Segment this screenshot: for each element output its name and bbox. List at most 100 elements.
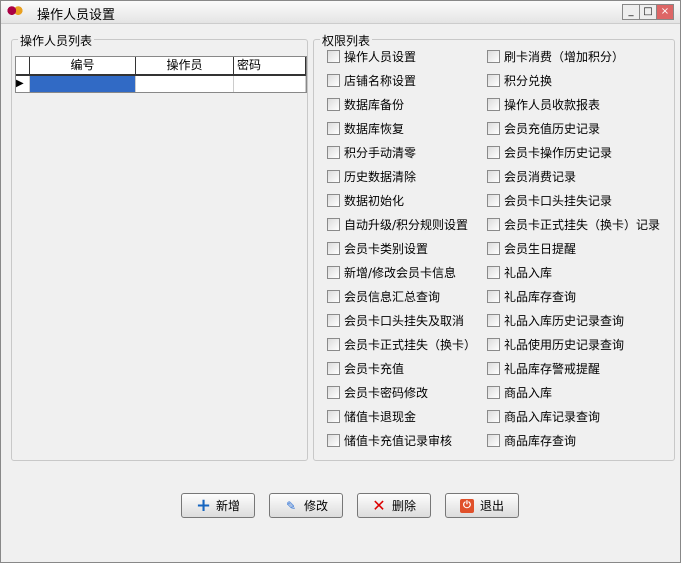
permission-label: 礼品入库 <box>504 265 553 280</box>
pen-icon: ✎ <box>285 498 297 513</box>
close-button[interactable]: × <box>656 4 674 20</box>
permissions-legend: 权限列表 <box>320 32 373 49</box>
checkbox-box[interactable] <box>327 193 340 207</box>
checkbox-box[interactable] <box>327 241 340 255</box>
permission-label: 会员生日提醒 <box>504 241 577 256</box>
checkbox-box[interactable] <box>327 337 340 351</box>
permission-checkbox[interactable]: 礼品入库 <box>487 264 552 280</box>
checkbox-box[interactable] <box>327 73 340 87</box>
permission-label: 自动升级/积分规则设置 <box>344 217 469 232</box>
permission-checkbox[interactable]: 商品库存查询 <box>487 432 576 448</box>
permission-checkbox[interactable]: 会员卡操作历史记录 <box>487 144 612 160</box>
permission-checkbox[interactable]: 礼品库存警戒提醒 <box>487 360 600 376</box>
checkbox-box[interactable] <box>327 361 340 375</box>
permission-checkbox[interactable]: 店铺名称设置 <box>327 72 416 88</box>
checkbox-box[interactable] <box>327 433 340 447</box>
minimize-button[interactable]: _ <box>622 4 640 20</box>
permission-label: 储值卡退现金 <box>344 409 417 424</box>
exit-button[interactable]: ⏻ 退出 <box>445 493 519 518</box>
permission-label: 积分兑换 <box>504 73 553 88</box>
permission-checkbox[interactable]: 礼品入库历史记录查询 <box>487 312 624 328</box>
checkbox-box[interactable] <box>487 289 500 303</box>
permission-checkbox[interactable]: 新增/修改会员卡信息 <box>327 264 456 280</box>
column-header-operator[interactable]: 操作员 <box>136 57 234 74</box>
permission-checkbox[interactable]: 会员生日提醒 <box>487 240 576 256</box>
permission-checkbox[interactable]: 会员卡类别设置 <box>327 240 428 256</box>
checkbox-box[interactable] <box>327 121 340 135</box>
checkbox-box[interactable] <box>487 73 500 87</box>
permission-checkbox[interactable]: 数据库备份 <box>327 96 404 112</box>
permission-checkbox[interactable]: 会员充值历史记录 <box>487 120 600 136</box>
permission-label: 商品入库 <box>504 385 553 400</box>
checkbox-box[interactable] <box>327 97 340 111</box>
checkbox-box[interactable] <box>487 49 500 63</box>
checkbox-box[interactable] <box>327 289 340 303</box>
add-button[interactable]: + 新增 <box>181 493 255 518</box>
permission-label: 店铺名称设置 <box>344 73 417 88</box>
checkbox-box[interactable] <box>487 433 500 447</box>
permission-checkbox[interactable]: 积分手动清零 <box>327 144 416 160</box>
checkbox-box[interactable] <box>487 409 500 423</box>
permission-checkbox[interactable]: 操作人员设置 <box>327 48 416 64</box>
permission-checkbox[interactable]: 礼品库存查询 <box>487 288 576 304</box>
checkbox-box[interactable] <box>487 193 500 207</box>
permission-checkbox[interactable]: 会员信息汇总查询 <box>327 288 440 304</box>
permission-checkbox[interactable]: 刷卡消费（增加积分） <box>487 48 624 64</box>
delete-button[interactable]: ✕ 删除 <box>357 493 431 518</box>
permission-label: 会员消费记录 <box>504 169 577 184</box>
checkbox-box[interactable] <box>327 313 340 327</box>
permission-checkbox[interactable]: 会员卡正式挂失（换卡） <box>327 336 476 352</box>
permission-label: 储值卡充值记录审核 <box>344 433 453 448</box>
permission-checkbox[interactable]: 操作人员收款报表 <box>487 96 600 112</box>
permission-checkbox[interactable]: 储值卡充值记录审核 <box>327 432 452 448</box>
permission-checkbox[interactable]: 数据初始化 <box>327 192 404 208</box>
permission-label: 礼品库存警戒提醒 <box>504 361 601 376</box>
checkbox-box[interactable] <box>327 217 340 231</box>
permission-checkbox[interactable]: 数据库恢复 <box>327 120 404 136</box>
checkbox-box[interactable] <box>487 337 500 351</box>
checkbox-box[interactable] <box>487 145 500 159</box>
permission-checkbox[interactable]: 会员卡口头挂失记录 <box>487 192 612 208</box>
checkbox-box[interactable] <box>487 313 500 327</box>
maximize-button[interactable]: □ <box>639 4 657 20</box>
permission-checkbox[interactable]: 商品入库记录查询 <box>487 408 600 424</box>
permission-label: 历史数据清除 <box>344 169 417 184</box>
permission-checkbox[interactable]: 积分兑换 <box>487 72 552 88</box>
permission-label: 操作人员设置 <box>344 49 417 64</box>
checkbox-box[interactable] <box>487 265 500 279</box>
permission-checkbox[interactable]: 会员消费记录 <box>487 168 576 184</box>
checkbox-box[interactable] <box>487 361 500 375</box>
checkbox-box[interactable] <box>487 97 500 111</box>
permission-checkbox[interactable]: 商品入库 <box>487 384 552 400</box>
permission-label: 刷卡消费（增加积分） <box>504 49 625 64</box>
checkbox-box[interactable] <box>487 169 500 183</box>
checkbox-box[interactable] <box>327 169 340 183</box>
checkbox-box[interactable] <box>487 217 500 231</box>
operator-grid[interactable]: 编号 操作员 密码 ▶ <box>15 56 307 93</box>
permission-checkbox[interactable]: 自动升级/积分规则设置 <box>327 216 468 232</box>
checkbox-box[interactable] <box>327 385 340 399</box>
delete-x-icon: ✕ <box>372 495 386 515</box>
checkbox-box[interactable] <box>327 49 340 63</box>
edit-button[interactable]: ✎ 修改 <box>269 493 343 518</box>
permission-checkbox[interactable]: 会员卡口头挂失及取消 <box>327 312 464 328</box>
checkbox-box[interactable] <box>327 409 340 423</box>
column-header-id[interactable]: 编号 <box>30 57 136 74</box>
permission-checkbox[interactable]: 储值卡退现金 <box>327 408 416 424</box>
checkbox-box[interactable] <box>487 241 500 255</box>
permission-checkbox[interactable]: 会员卡充值 <box>327 360 404 376</box>
permission-checkbox[interactable]: 礼品使用历史记录查询 <box>487 336 624 352</box>
column-header-password[interactable]: 密码 <box>234 57 306 74</box>
permission-checkbox[interactable]: 历史数据清除 <box>327 168 416 184</box>
permission-label: 会员卡口头挂失记录 <box>504 193 613 208</box>
checkbox-box[interactable] <box>487 121 500 135</box>
title-bar: 操作人员设置 _ □ × <box>1 1 680 24</box>
permission-label: 商品库存查询 <box>504 433 577 448</box>
permission-checkbox[interactable]: 会员卡密码修改 <box>327 384 428 400</box>
table-row[interactable]: ▶ <box>16 76 306 92</box>
checkbox-box[interactable] <box>487 385 500 399</box>
delete-label: 删除 <box>391 499 416 513</box>
checkbox-box[interactable] <box>327 265 340 279</box>
checkbox-box[interactable] <box>327 145 340 159</box>
permission-checkbox[interactable]: 会员卡正式挂失（换卡）记录 <box>487 216 660 232</box>
